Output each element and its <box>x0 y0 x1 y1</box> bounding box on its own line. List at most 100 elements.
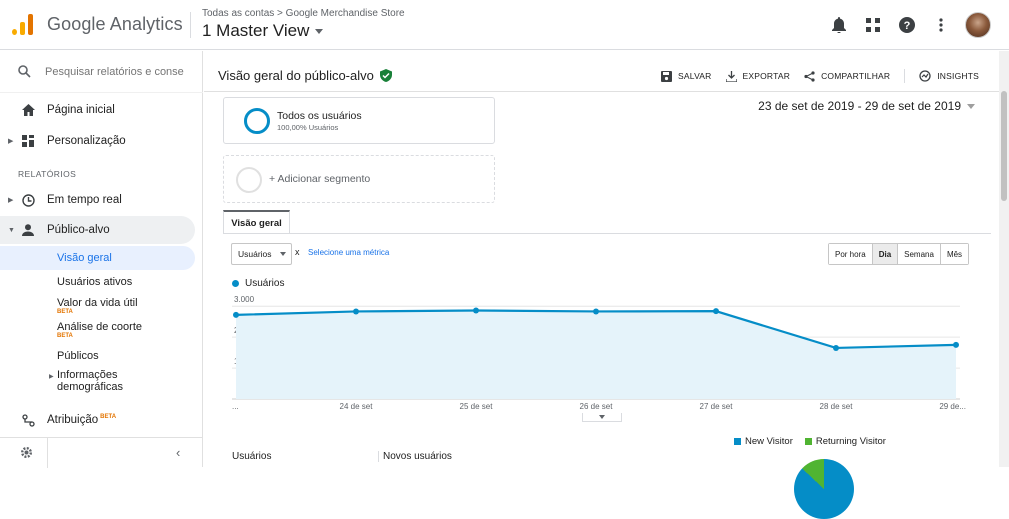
scrollbar-thumb[interactable] <box>1001 91 1007 201</box>
granularity-week-button[interactable]: Semana <box>898 244 941 264</box>
search-icon <box>18 65 31 78</box>
sidebar-item-customization[interactable]: ▶ Personalização <box>0 127 195 155</box>
export-icon <box>725 70 737 82</box>
share-button[interactable]: COMPARTILHAR <box>804 70 890 82</box>
sidebar-subitem-label: Análise de coorte <box>57 321 142 333</box>
divider <box>904 69 906 83</box>
save-button[interactable]: SALVAR <box>661 70 711 82</box>
beta-badge: BETA <box>57 333 73 339</box>
granularity-toggle: Por hora Dia Semana Mês <box>828 243 970 265</box>
google-analytics-logo[interactable] <box>12 13 34 35</box>
divider <box>47 438 48 468</box>
x-tick-label: 25 de set <box>460 402 494 411</box>
sidebar-subitem-overview[interactable]: Visão geral <box>0 246 195 270</box>
export-label: EXPORTAR <box>742 71 791 81</box>
x-tick-label: 29 de... <box>939 402 966 411</box>
tab-overview[interactable]: Visão geral <box>223 210 290 234</box>
sidebar-item-audience[interactable]: ▼ Público-alvo <box>0 216 195 244</box>
page-title-text: Visão geral do público-alvo <box>218 68 374 83</box>
insights-icon <box>919 70 931 82</box>
app-name[interactable]: Google Analytics <box>47 14 183 35</box>
vs-separator: x <box>295 247 300 257</box>
sidebar: Pesquisar relatórios e conse Página inic… <box>0 51 203 468</box>
date-range-text: 23 de set de 2019 - 29 de set de 2019 <box>758 99 961 113</box>
divider <box>190 12 191 38</box>
y-tick-label: 3.000 <box>234 295 255 304</box>
account-breadcrumb[interactable]: Todas as contas > Google Merchandise Sto… <box>202 8 405 19</box>
sidebar-item-label: Personalização <box>47 135 126 147</box>
view-selector[interactable]: 1 Master View <box>202 21 324 41</box>
sidebar-item-realtime[interactable]: ▶ Em tempo real <box>0 186 195 214</box>
divider <box>223 233 991 234</box>
share-icon <box>804 70 815 82</box>
export-button[interactable]: EXPORTAR <box>725 70 791 82</box>
granularity-month-button[interactable]: Mês <box>940 244 969 264</box>
data-point <box>473 307 479 314</box>
reports-section-heading: RELATÓRIOS <box>18 169 77 179</box>
sidebar-subitem-active-users[interactable]: Usuários ativos <box>57 276 132 288</box>
x-tick-label: ... <box>232 402 239 411</box>
segment-name: Todos os usuários <box>277 110 362 122</box>
pie-legend-label: Returning Visitor <box>815 436 886 447</box>
x-tick-label: 28 de set <box>820 402 854 411</box>
top-bar: Google Analytics Todas as contas > Googl… <box>0 0 1009 50</box>
sidebar-subitem-label: Valor da vida útil <box>57 297 138 309</box>
select-metric-link[interactable]: Selecione uma métrica <box>308 248 389 257</box>
divider <box>204 91 1009 92</box>
search-box[interactable]: Pesquisar relatórios e conse <box>0 51 203 93</box>
page-title: Visão geral do público-alvo <box>218 68 392 83</box>
top-icons: ? <box>829 11 991 39</box>
settings-gear-icon[interactable] <box>20 446 33 464</box>
help-icon[interactable]: ? <box>897 15 917 35</box>
x-tick-label: 27 de set <box>700 402 734 411</box>
apps-grid-icon[interactable] <box>863 15 883 35</box>
avatar[interactable] <box>965 12 991 38</box>
save-icon <box>661 70 673 82</box>
segment-card[interactable]: Todos os usuários 100,00% Usuários <box>223 97 495 144</box>
add-segment-label: + Adicionar segmento <box>269 173 371 185</box>
data-point <box>353 308 359 315</box>
attribution-label: Atribuição <box>47 414 99 426</box>
attribution-icon <box>20 412 36 428</box>
chart-expand-handle[interactable] <box>582 413 622 422</box>
granularity-hourly-button[interactable]: Por hora <box>829 244 873 264</box>
sidebar-subitem-audiences[interactable]: Públicos <box>57 350 99 362</box>
sidebar-subitem-demographics[interactable]: ▶ Informações demográficas <box>49 369 147 393</box>
granularity-day-button[interactable]: Dia <box>872 244 899 264</box>
bell-icon[interactable] <box>829 15 849 35</box>
data-point <box>833 344 839 351</box>
data-point <box>953 341 959 348</box>
svg-text:?: ? <box>904 20 911 32</box>
main-content: Visão geral do público-alvo SALVAR EXPOR… <box>204 51 1009 519</box>
sidebar-item-home[interactable]: Página inicial <box>0 96 195 124</box>
visitor-pie-chart[interactable] <box>794 459 854 519</box>
search-input[interactable]: Pesquisar relatórios e conse <box>45 66 184 78</box>
collapse-sidebar-icon[interactable]: ‹ <box>176 445 180 460</box>
sidebar-item-label: Público-alvo <box>47 224 110 236</box>
more-vert-icon[interactable] <box>931 15 951 35</box>
caret-down-icon <box>315 29 324 35</box>
expand-arrow-icon: ▶ <box>8 138 14 145</box>
date-range-picker[interactable]: 23 de set de 2019 - 29 de set de 2019 <box>758 99 975 113</box>
sidebar-subitem-label: Informações demográficas <box>57 369 124 393</box>
segment-ring-icon <box>244 108 270 134</box>
metric-select[interactable]: Usuários <box>231 243 292 265</box>
insights-button[interactable]: INSIGHTS <box>919 70 979 82</box>
data-point <box>713 308 719 315</box>
sidebar-subitem-lifetime-value[interactable]: Valor da vida útil BETA <box>57 297 138 316</box>
sidebar-item-attribution[interactable]: Atribuição BETA <box>0 406 195 434</box>
segment-subtitle: 100,00% Usuários <box>277 123 339 132</box>
add-segment-card[interactable]: + Adicionar segmento <box>223 155 495 203</box>
scrollbar[interactable] <box>999 51 1009 467</box>
metric-new-users-header[interactable]: Novos usuários <box>378 451 452 462</box>
empty-segment-ring-icon <box>236 167 262 193</box>
chart-legend: Usuários <box>232 278 284 289</box>
sidebar-subitem-cohort-analysis[interactable]: Análise de coorte BETA <box>57 321 142 340</box>
legend-swatch <box>734 437 741 445</box>
metric-users-header[interactable]: Usuários <box>232 451 271 462</box>
users-line-chart[interactable]: 3.0002.0001.000...24 de set25 de set26 d… <box>232 294 972 419</box>
x-tick-label: 26 de set <box>580 402 614 411</box>
sidebar-item-label: Página inicial <box>47 104 115 116</box>
x-tick-label: 24 de set <box>340 402 374 411</box>
legend-label: Usuários <box>245 278 285 289</box>
